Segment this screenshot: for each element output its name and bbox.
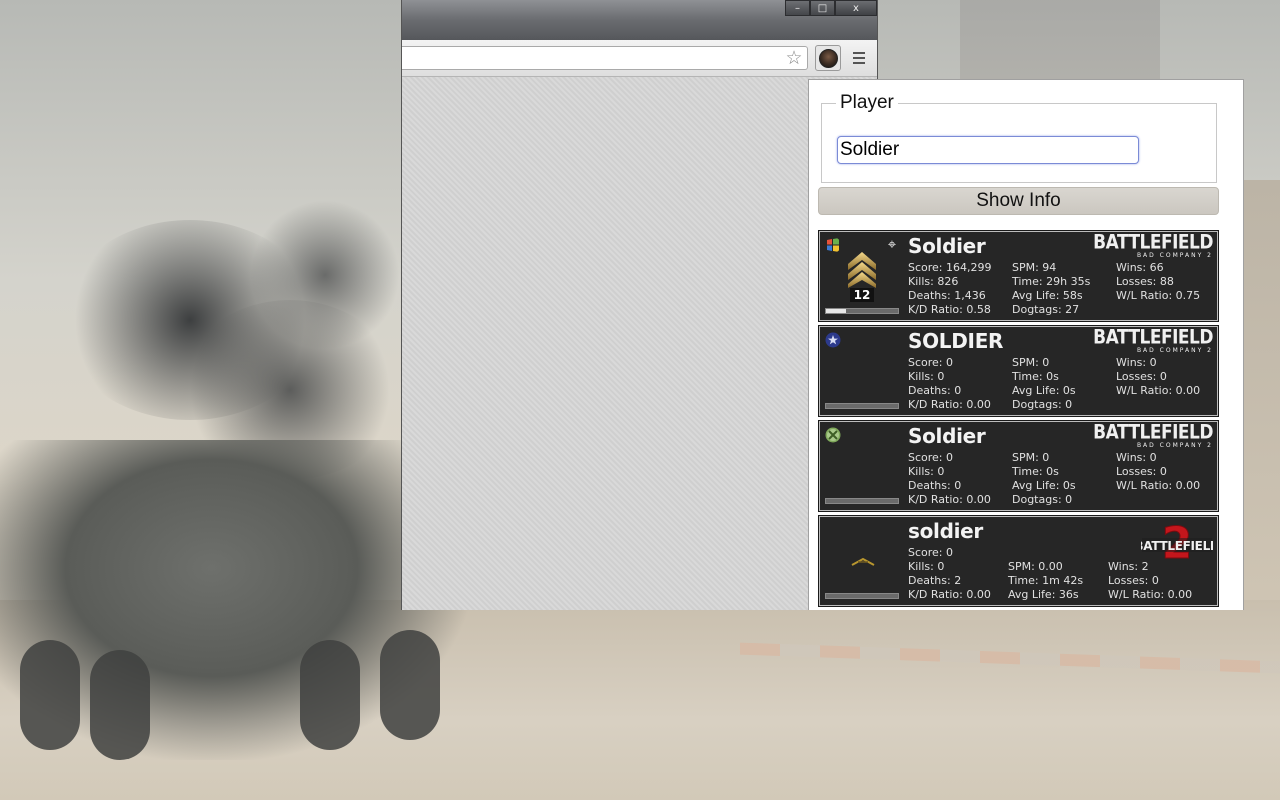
bf2-rank-icon (851, 557, 875, 566)
page-content-area (402, 77, 877, 610)
wallpaper-smoke (250, 200, 400, 350)
playstation-icon (825, 332, 841, 348)
rank-progress-bar (825, 403, 899, 409)
stats-column-1: Score: 0 Kills: 0 Deaths: 2 K/D Ratio: 0.0… (908, 546, 991, 601)
stats-card: SOLDIER BATTLEFIELD BAD COMPANY 2 Score:… (818, 325, 1219, 417)
stats-card: ⌖ 12 Soldier BATTLEFIELD BAD COMPANY 2 S… (818, 230, 1219, 322)
svg-text:BATTLEFIELD: BATTLEFIELD (1141, 539, 1213, 553)
stats-column-3: Wins: 0 Losses: 0 W/L Ratio: 0.00 (1116, 356, 1201, 397)
extension-button[interactable] (815, 45, 841, 71)
stats-card: soldier 2 BATTLEFIELD Score: 0Kills: 0 D… (818, 515, 1219, 607)
minimize-button[interactable]: – (785, 0, 810, 16)
player-name: soldier (908, 519, 983, 543)
player-name-input[interactable] (837, 136, 1139, 164)
player-legend: Player (840, 92, 894, 113)
maximize-button[interactable]: □ (810, 0, 835, 16)
stats-column-3: Wins: 0 Losses: 0 W/L Ratio: 0.00 (1116, 451, 1201, 492)
rank-progress-bar (825, 593, 899, 599)
player-name: Soldier (908, 424, 986, 448)
window-controls: – □ x (785, 0, 877, 16)
stats-column-2: SPM: 0 Time: 0s Avg Life: 0s Dogtags: 0 (1012, 356, 1076, 411)
player-name: SOLDIER (908, 329, 1004, 353)
stats-column-1: Score: 0 Kills: 0 Deaths: 0 K/D Ratio: 0.0… (908, 451, 991, 506)
rank-progress-bar (825, 498, 899, 504)
address-bar[interactable]: ☆ (402, 46, 808, 70)
stats-column-2: SPM: 0.00 Time: 1m 42s Avg Life: 36s (1008, 560, 1084, 601)
player-fieldset: Player (821, 92, 1217, 183)
show-info-button[interactable]: Show Info (818, 187, 1219, 215)
xbox-icon (825, 427, 841, 443)
extension-popup: Player Show Info ⌖ (808, 79, 1244, 610)
bf2-logo: 2 BATTLEFIELD (1141, 520, 1213, 564)
rank-progress-bar (825, 308, 899, 314)
browser-toolbar: ☆ (402, 40, 877, 77)
rank-number: 12 (850, 288, 874, 302)
star-icon[interactable]: ☆ (783, 47, 805, 69)
stats-column-2: SPM: 94 Time: 29h 35s Avg Life: 58s Dogtag… (1012, 261, 1091, 316)
bfbc2-logo: BATTLEFIELD BAD COMPANY 2 (1093, 421, 1213, 449)
player-name: Soldier (908, 234, 986, 258)
browser-window: – □ x ☆ Player Show Info (401, 0, 1244, 610)
stats-column-3: Wins: 2 Losses: 0 W/L Ratio: 0.00 (1108, 560, 1193, 601)
wallpaper-tank (0, 440, 470, 760)
crosshair-icon: ⌖ (887, 235, 897, 253)
stats-column-2: SPM: 0 Time: 0s Avg Life: 0s Dogtags: 0 (1012, 451, 1076, 506)
stats-column-1: Score: 0 Kills: 0 Deaths: 0 K/D Ratio: 0.0… (908, 356, 991, 411)
soldier-avatar-icon (818, 48, 838, 68)
menu-icon[interactable] (847, 47, 871, 69)
stats-column-1: Score: 164,299 Kills: 826 Deaths: 1,436 K/… (908, 261, 992, 316)
stats-column-3: Wins: 66 Losses: 88 W/L Ratio: 0.75 (1116, 261, 1201, 302)
close-button[interactable]: x (835, 0, 877, 16)
windows-icon (827, 238, 839, 252)
bfbc2-logo: BATTLEFIELD BAD COMPANY 2 (1093, 326, 1213, 354)
window-titlebar[interactable]: – □ x (402, 0, 877, 40)
stats-card: Soldier BATTLEFIELD BAD COMPANY 2 Score:… (818, 420, 1219, 512)
rank-chevron-icon (848, 252, 876, 288)
bfbc2-logo: BATTLEFIELD BAD COMPANY 2 (1093, 231, 1213, 259)
